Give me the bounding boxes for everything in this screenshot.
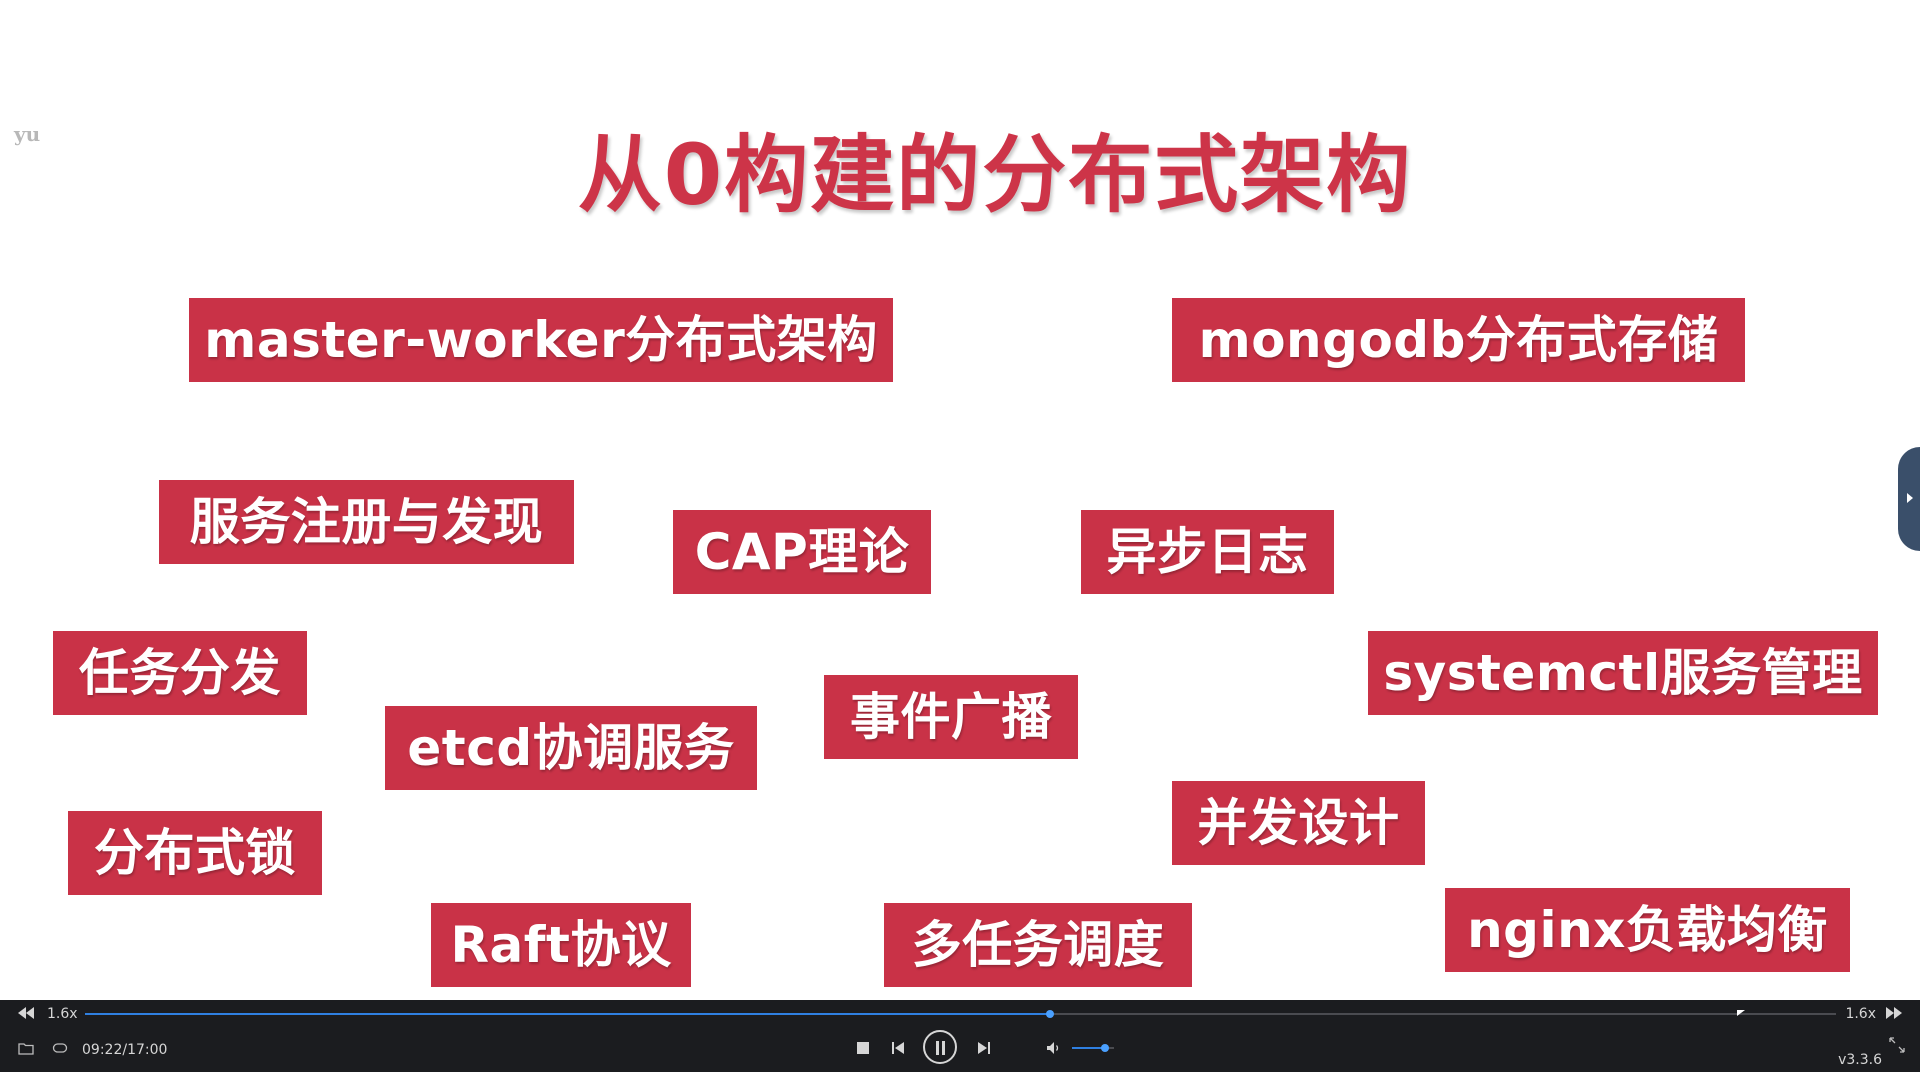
progress-fill — [85, 1013, 1050, 1015]
fast-forward-icon[interactable] — [1886, 1007, 1902, 1019]
tag-nginx: nginx负载均衡 — [1445, 888, 1850, 972]
tag-raft: Raft协议 — [431, 903, 691, 987]
controls-row: 09:22/17:00 v3.3.6 — [0, 1030, 1920, 1072]
slide-title: 从0构建的分布式架构 — [577, 126, 1413, 224]
tag-mongodb: mongodb分布式存储 — [1172, 298, 1745, 382]
folder-icon[interactable] — [18, 1042, 34, 1055]
slide: yu 从0构建的分布式架构 master-worker分布式架构 mongodb… — [0, 0, 1920, 1000]
next-icon[interactable] — [977, 1041, 991, 1055]
video-player-controls: 1.6x 1.6x 09:22/17:00 v3.3.6 — [0, 1000, 1920, 1072]
previous-icon[interactable] — [891, 1041, 905, 1055]
tag-multitask: 多任务调度 — [884, 903, 1192, 987]
player-version: v3.3.6 — [1838, 1052, 1882, 1068]
volume-icon[interactable] — [1046, 1041, 1062, 1055]
playback-speed-left[interactable]: 1.6x — [47, 1006, 78, 1022]
volume-fill — [1072, 1047, 1105, 1049]
tag-etcd: etcd协调服务 — [385, 706, 757, 790]
playback-speed-right[interactable]: 1.6x — [1845, 1006, 1876, 1022]
tag-task-dispatch: 任务分发 — [53, 631, 307, 715]
progress-handle[interactable] — [1045, 1010, 1054, 1018]
playback-time: 09:22/17:00 — [82, 1042, 168, 1058]
volume-slider[interactable] — [1072, 1044, 1114, 1052]
tag-systemctl: systemctl服务管理 — [1368, 631, 1878, 715]
progress-track[interactable] — [85, 1010, 1836, 1018]
stop-icon[interactable] — [856, 1041, 870, 1055]
tag-event-broadcast: 事件广播 — [824, 675, 1078, 759]
tag-cap: CAP理论 — [673, 510, 931, 594]
tag-master-worker: master-worker分布式架构 — [189, 298, 893, 382]
rewind-icon[interactable] — [18, 1007, 34, 1019]
tag-distributed-lock: 分布式锁 — [68, 811, 322, 895]
tag-service-discovery: 服务注册与发现 — [159, 480, 574, 564]
loop-icon[interactable] — [52, 1042, 68, 1055]
tag-concurrency: 并发设计 — [1172, 781, 1425, 865]
volume-handle[interactable] — [1100, 1044, 1109, 1052]
fullscreen-icon[interactable] — [1888, 1036, 1906, 1054]
progress-row: 1.6x 1.6x — [0, 1000, 1920, 1028]
tag-async-log: 异步日志 — [1081, 510, 1334, 594]
pause-icon[interactable] — [923, 1030, 957, 1064]
side-panel-toggle[interactable] — [1898, 447, 1920, 551]
mouse-cursor — [1737, 1010, 1745, 1016]
